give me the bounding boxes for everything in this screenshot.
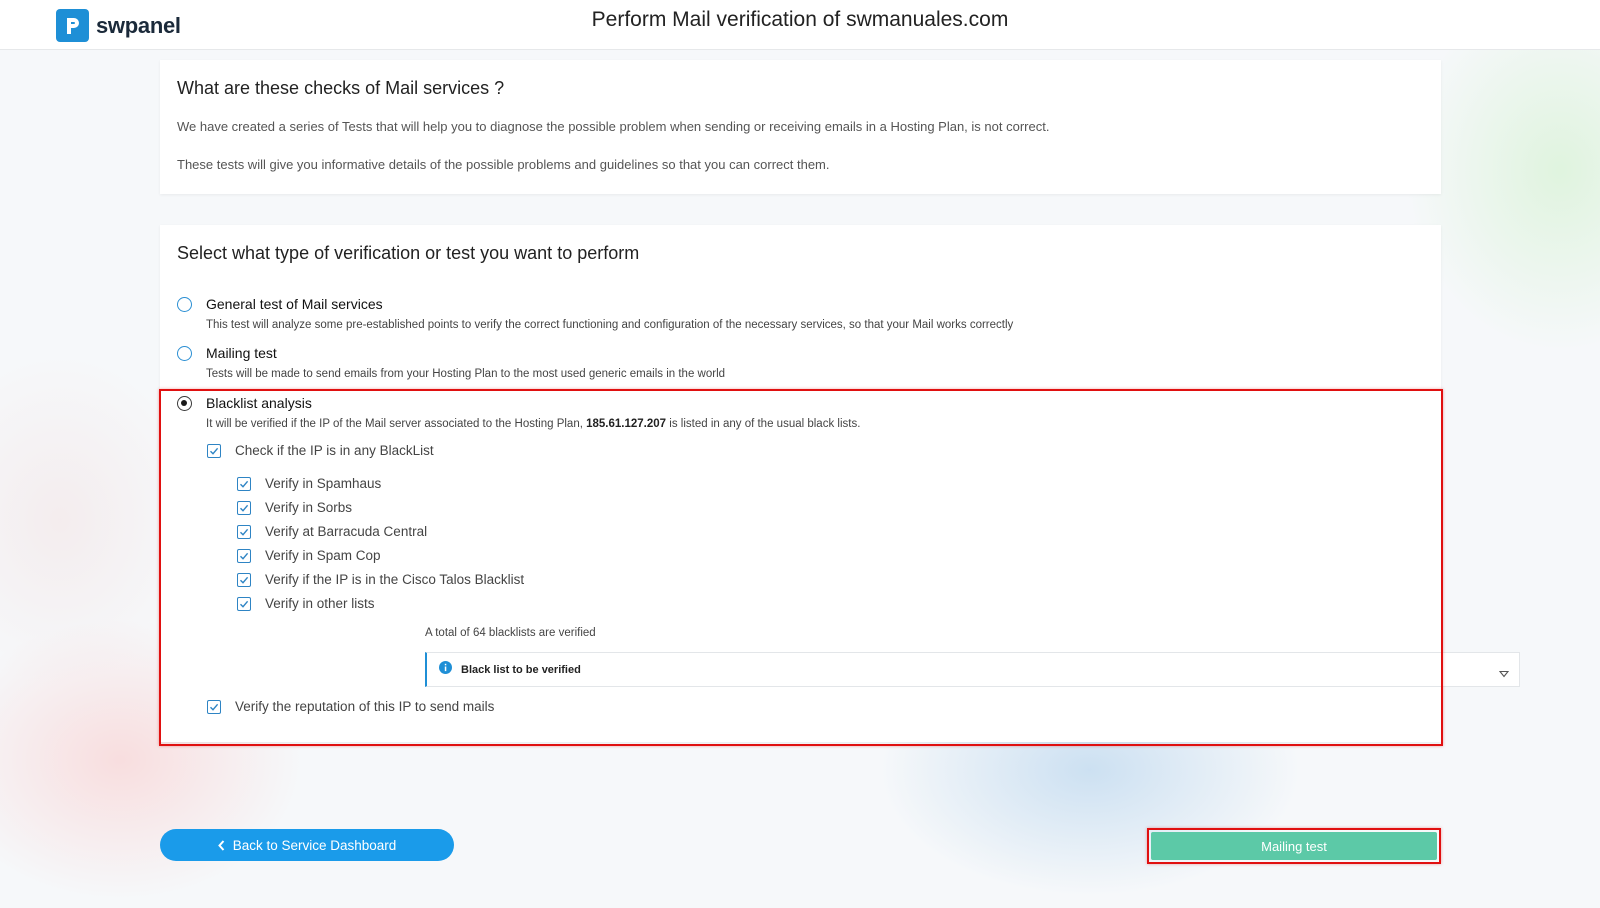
check-blacklist-row[interactable]: Check if the IP is in any BlackList [207,443,434,458]
general-test-description: This test will analyze some pre-establis… [206,319,1014,331]
dropdown-label: Black list to be verified [461,663,581,676]
checkmark-icon [210,703,219,711]
blacklist-dropdown[interactable]: Black list to be verified [425,652,1520,687]
reputation-label[interactable]: Verify the reputation of this IP to send… [235,699,494,714]
checkmark-icon [240,576,249,584]
general-test-label[interactable]: General test of Mail services [206,296,383,312]
checkmark-icon [240,528,249,536]
mailing-test-button[interactable]: Mailing test [1151,832,1437,860]
back-to-dashboard-button[interactable]: Back to Service Dashboard [160,829,454,861]
barracuda-label[interactable]: Verify at Barracuda Central [265,524,427,539]
reputation-checkbox[interactable] [207,699,221,714]
other-lists-checkbox[interactable] [237,596,251,611]
mailing-test-description: Tests will be made to send emails from y… [206,368,726,380]
sub-check-row[interactable]: Verify if the IP is in the Cisco Talos B… [237,572,524,587]
sorbs-label[interactable]: Verify in Sorbs [265,500,352,515]
checkmark-icon [240,480,249,488]
top-header: swpanel Perform Mail verification of swm… [0,0,1600,50]
cisco-talos-checkbox[interactable] [237,572,251,587]
checkmark-icon [210,447,219,455]
checkmark-icon [240,600,249,608]
general-test-radio[interactable] [177,297,192,312]
sub-check-row[interactable]: Verify at Barracuda Central [237,524,427,539]
info-heading: What are these checks of Mail services ? [177,78,505,98]
blacklist-total-note: A total of 64 blacklists are verified [425,627,596,639]
blacklist-analysis-label[interactable]: Blacklist analysis [206,395,312,411]
info-paragraph-2: These tests will give you informative de… [177,157,830,172]
ip-address: 185.61.127.207 [586,418,667,430]
sub-check-row[interactable]: Verify in other lists [237,596,375,611]
sub-check-row[interactable]: Verify in Spam Cop [237,548,381,563]
checkmark-icon [240,504,249,512]
other-lists-label[interactable]: Verify in other lists [265,596,375,611]
check-blacklist-label[interactable]: Check if the IP is in any BlackList [235,443,434,458]
page-title: Perform Mail verification of swmanuales.… [591,8,1009,31]
chevron-left-icon [217,839,225,851]
info-paragraph-1: We have created a series of Tests that w… [177,119,1050,134]
info-icon [439,660,452,679]
spamhaus-label[interactable]: Verify in Spamhaus [265,476,381,491]
mailing-test-button-label: Mailing test [1261,838,1327,854]
back-button-label: Back to Service Dashboard [232,837,397,853]
info-card: What are these checks of Mail services ?… [160,60,1441,194]
sorbs-checkbox[interactable] [237,500,251,515]
blacklist-analysis-description: It will be verified if the IP of the Mai… [206,418,861,430]
select-heading: Select what type of verification or test… [177,243,640,263]
check-blacklist-checkbox[interactable] [207,443,221,458]
checkmark-icon [240,552,249,560]
barracuda-checkbox[interactable] [237,524,251,539]
reputation-check-row[interactable]: Verify the reputation of this IP to send… [207,699,494,714]
mailing-test-label[interactable]: Mailing test [206,345,277,361]
mailing-test-radio[interactable] [177,346,192,361]
spamcop-label[interactable]: Verify in Spam Cop [265,548,381,563]
blacklist-analysis-radio[interactable] [177,396,192,411]
spamcop-checkbox[interactable] [237,548,251,563]
sub-check-row[interactable]: Verify in Sorbs [237,500,352,515]
sub-check-row[interactable]: Verify in Spamhaus [237,476,381,491]
spamhaus-checkbox[interactable] [237,476,251,491]
verification-type-card: Select what type of verification or test… [160,225,1520,742]
chevron-down-icon[interactable] [1498,665,1510,683]
cisco-talos-label[interactable]: Verify if the IP is in the Cisco Talos B… [265,572,524,587]
